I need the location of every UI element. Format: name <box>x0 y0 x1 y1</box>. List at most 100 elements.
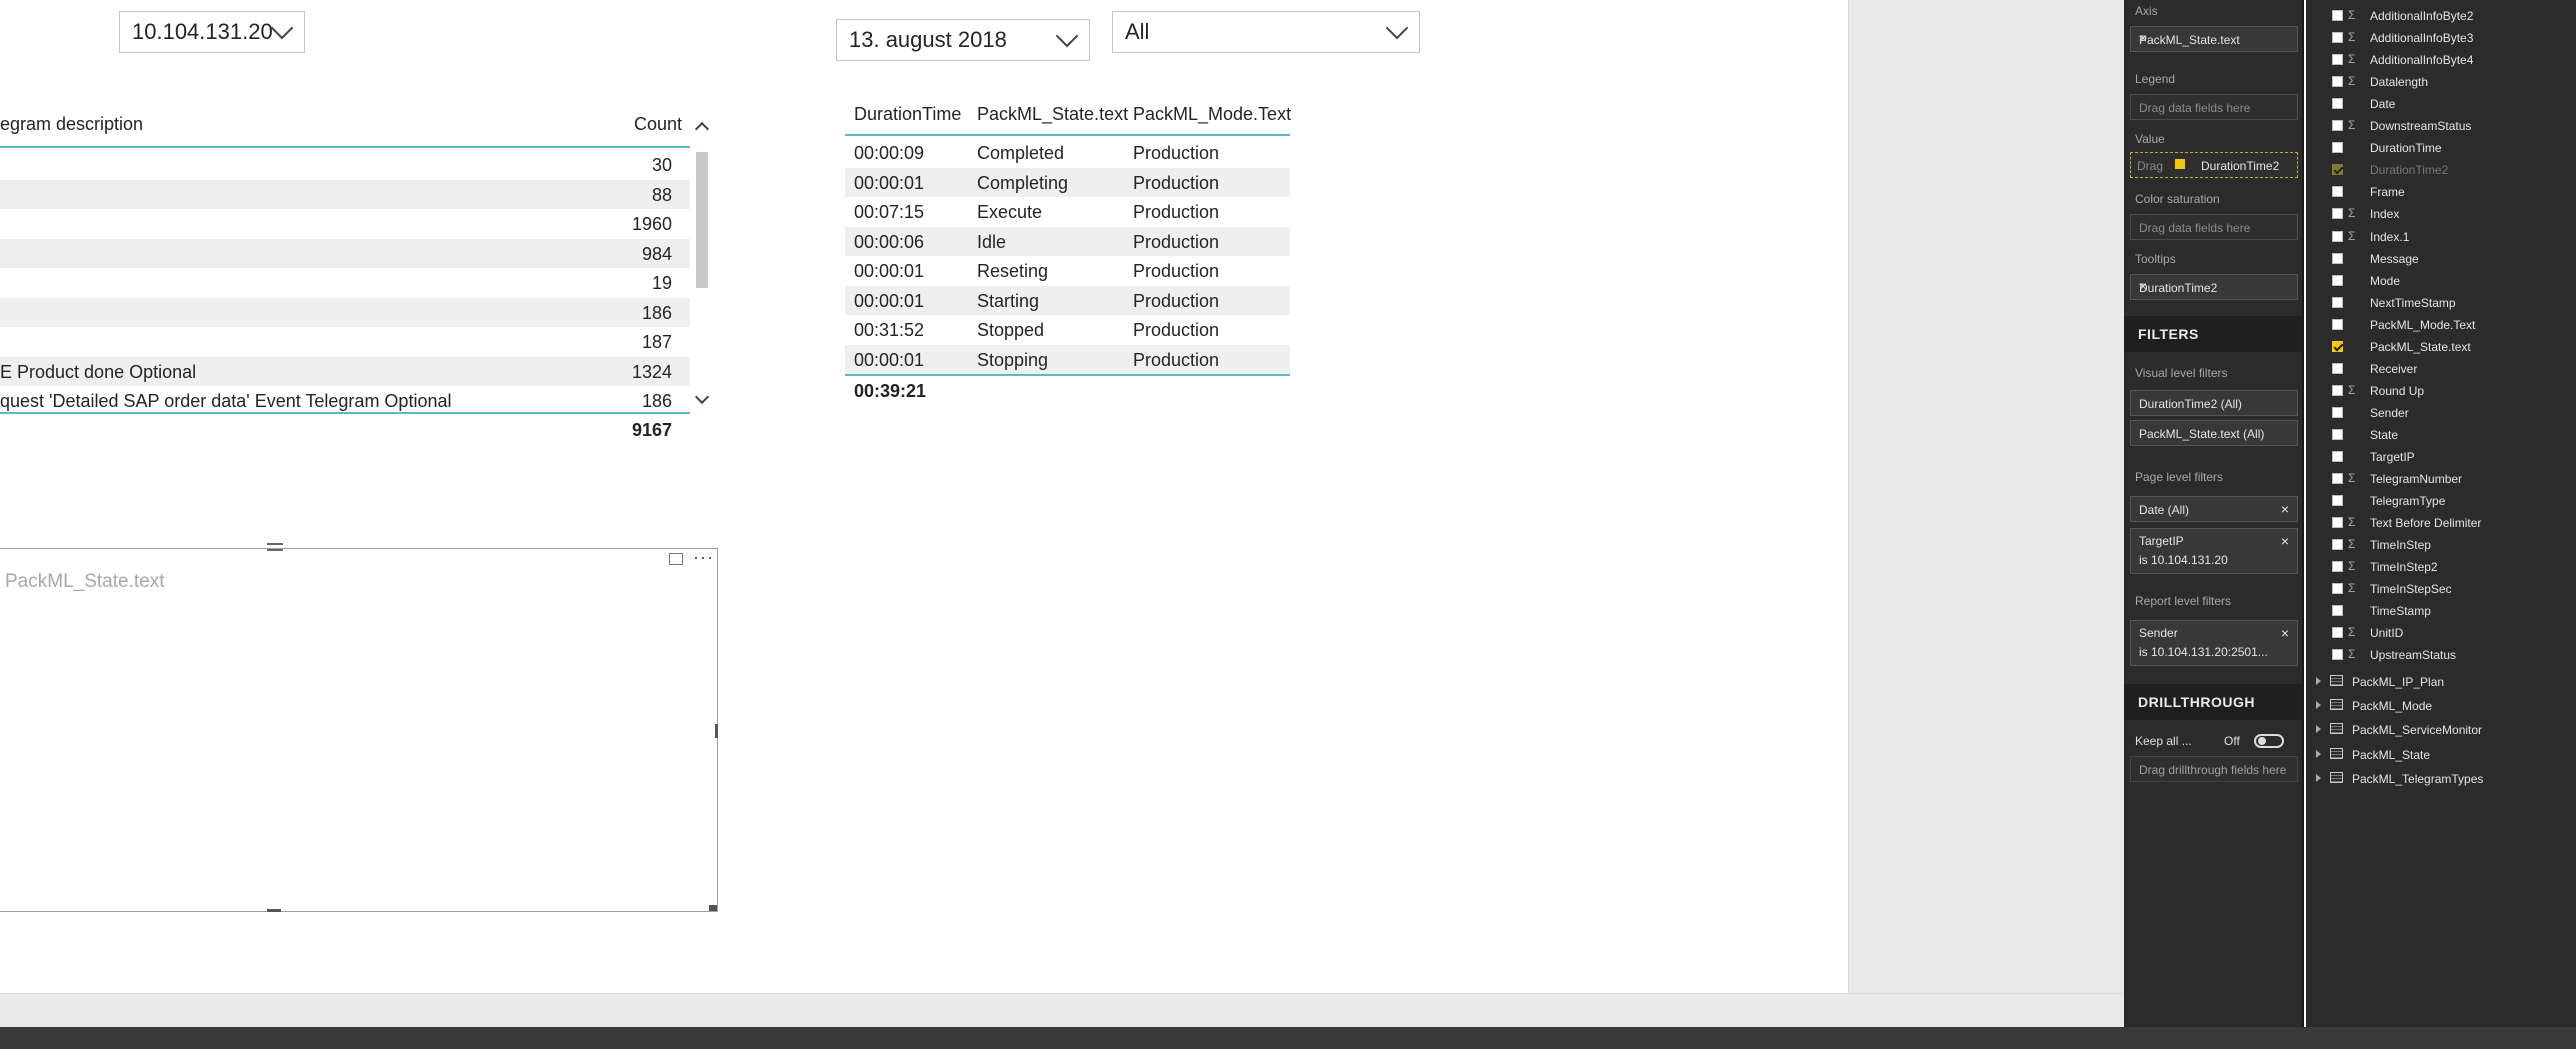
column-header-durationtime[interactable]: DurationTime <box>854 104 961 125</box>
checkbox-icon[interactable] <box>2332 517 2343 529</box>
checkbox-icon[interactable] <box>2332 32 2343 44</box>
expand-arrow-icon[interactable] <box>2316 749 2321 758</box>
table-row[interactable]: 88 <box>0 179 690 209</box>
field-item[interactable]: Σ Datalength <box>2306 71 2576 93</box>
remove-filter-icon[interactable]: × <box>2281 533 2289 549</box>
table-row[interactable]: 00:31:52 Stopped Production <box>845 315 1290 345</box>
table-row[interactable]: 30 <box>0 150 690 180</box>
expand-arrow-icon[interactable] <box>2316 773 2321 782</box>
mode-slicer-dropdown[interactable]: All <box>1112 11 1420 53</box>
scroll-down-icon[interactable] <box>694 389 710 405</box>
value-well[interactable]: Drag DurationTime2 <box>2130 152 2298 178</box>
field-item[interactable]: Mode <box>2306 270 2576 292</box>
date-slicer-dropdown[interactable]: 13. august 2018 <box>836 19 1090 61</box>
field-item[interactable]: Σ Text Before Delimiter <box>2306 512 2576 534</box>
checkbox-icon[interactable] <box>2332 252 2343 264</box>
field-item[interactable]: Σ UnitID <box>2306 622 2576 644</box>
field-item[interactable]: Σ Index.1 <box>2306 226 2576 248</box>
field-item[interactable]: Σ DownstreamStatus <box>2306 115 2576 137</box>
focus-mode-icon[interactable] <box>669 553 683 565</box>
field-item[interactable]: DurationTime <box>2306 137 2576 159</box>
table-row[interactable]: 00:00:01 Stopping Production <box>845 344 1290 374</box>
filter-targetip[interactable]: TargetIP is 10.104.131.20 × <box>2130 528 2298 574</box>
checkbox-icon[interactable] <box>2332 296 2343 308</box>
checkbox-icon[interactable] <box>2332 473 2343 485</box>
field-item[interactable]: Σ AdditionalInfoByte3 <box>2306 27 2576 49</box>
filter-packml-state[interactable]: PackML_State.text (All) <box>2130 420 2298 446</box>
field-item[interactable]: Σ UpstreamStatus <box>2306 644 2576 666</box>
table-row[interactable]: 00:00:01 Completing Production <box>845 167 1290 197</box>
field-item[interactable]: Σ AdditionalInfoByte4 <box>2306 49 2576 71</box>
column-header-description[interactable]: egram description <box>0 114 143 135</box>
field-item[interactable]: Σ Round Up <box>2306 380 2576 402</box>
table-row[interactable]: 00:00:01 Reseting Production <box>845 256 1290 286</box>
checkbox-icon[interactable] <box>2332 495 2343 507</box>
expand-arrow-icon[interactable] <box>2316 725 2321 734</box>
checkbox-icon[interactable] <box>2332 120 2343 132</box>
table-row[interactable]: 19 <box>0 268 690 298</box>
scrollbar-thumb[interactable] <box>696 152 708 288</box>
checkbox-icon[interactable] <box>2332 428 2343 440</box>
checkbox-icon[interactable] <box>2332 208 2343 220</box>
field-item[interactable]: PackML_Mode.Text <box>2306 314 2576 336</box>
checkbox-icon[interactable] <box>2332 164 2343 176</box>
checkbox-icon[interactable] <box>2332 76 2343 88</box>
resize-handle-corner[interactable] <box>709 905 717 911</box>
vertical-scrollbar[interactable] <box>694 116 710 412</box>
checkbox-icon[interactable] <box>2332 318 2343 330</box>
checkbox-icon[interactable] <box>2332 561 2343 573</box>
table-group[interactable]: PackML_ServiceMonitor <box>2306 718 2576 742</box>
checkbox-icon[interactable] <box>2332 649 2343 661</box>
remove-filter-icon[interactable]: × <box>2281 501 2289 517</box>
checkbox-icon[interactable] <box>2332 627 2343 639</box>
field-item[interactable]: Σ TimeInStepSec <box>2306 578 2576 600</box>
column-header-state[interactable]: PackML_State.text <box>977 104 1128 125</box>
field-item[interactable]: Σ TelegramNumber <box>2306 468 2576 490</box>
table-row[interactable]: E Product done Optional 1324 <box>0 356 690 386</box>
empty-chart-visual[interactable]: PackML_State.text ··· <box>0 543 718 912</box>
drillthrough-well[interactable]: Drag drillthrough fields here <box>2130 756 2298 782</box>
checkbox-icon[interactable] <box>2332 362 2343 374</box>
filter-durationtime2[interactable]: DurationTime2 (All) <box>2130 390 2298 416</box>
field-item[interactable]: TimeStamp <box>2306 600 2576 622</box>
table-group[interactable]: PackML_TelegramTypes <box>2306 767 2576 791</box>
drag-grip-icon[interactable] <box>267 543 283 551</box>
column-header-count[interactable]: Count <box>634 114 682 135</box>
table-group[interactable]: PackML_Mode <box>2306 694 2576 718</box>
checkbox-icon[interactable] <box>2332 605 2343 617</box>
checkbox-icon[interactable] <box>2332 10 2343 21</box>
checkbox-icon[interactable] <box>2332 54 2343 66</box>
field-item[interactable]: Σ TimeInStep <box>2306 534 2576 556</box>
field-item[interactable]: PackML_State.text <box>2306 336 2576 358</box>
filter-date[interactable]: Date (All) × <box>2130 496 2298 522</box>
checkbox-icon[interactable] <box>2332 384 2343 396</box>
table-row[interactable]: 1960 <box>0 209 690 239</box>
tooltips-well[interactable]: DurationTime2 ▾ × <box>2130 274 2298 300</box>
axis-well[interactable]: PackML_State.text ▾ × <box>2130 26 2298 52</box>
field-item[interactable]: Frame <box>2306 181 2576 203</box>
table-group[interactable]: PackML_IP_Plan <box>2306 670 2576 694</box>
field-item[interactable]: DurationTime2 <box>2306 159 2576 181</box>
remove-field-icon[interactable]: × <box>2139 278 2291 294</box>
table-row[interactable]: 00:00:01 Starting Production <box>845 285 1290 315</box>
ip-slicer-dropdown[interactable]: 10.104.131.20 <box>119 11 305 53</box>
scroll-up-icon[interactable] <box>694 121 710 137</box>
table-row[interactable]: 00:00:09 Completed Production <box>845 138 1290 168</box>
legend-well[interactable]: Drag data fields here <box>2130 94 2298 120</box>
field-item[interactable]: Message <box>2306 248 2576 270</box>
checkbox-icon[interactable] <box>2332 406 2343 418</box>
table-row[interactable]: 187 <box>0 327 690 357</box>
column-header-mode[interactable]: PackML_Mode.Text <box>1133 104 1291 125</box>
checkbox-icon[interactable] <box>2332 451 2343 462</box>
remove-filter-icon[interactable]: × <box>2281 625 2289 641</box>
remove-field-icon[interactable]: × <box>2139 30 2291 46</box>
resize-handle-bottom[interactable] <box>267 909 281 912</box>
field-item[interactable]: TargetIP <box>2306 446 2576 468</box>
expand-arrow-icon[interactable] <box>2316 701 2321 710</box>
more-options-icon[interactable]: ··· <box>693 547 714 568</box>
checkbox-icon[interactable] <box>2332 186 2343 198</box>
resize-handle-right[interactable] <box>715 724 718 738</box>
field-item[interactable]: Receiver <box>2306 358 2576 380</box>
field-item[interactable]: Date <box>2306 93 2576 115</box>
field-item[interactable]: NextTimeStamp <box>2306 292 2576 314</box>
